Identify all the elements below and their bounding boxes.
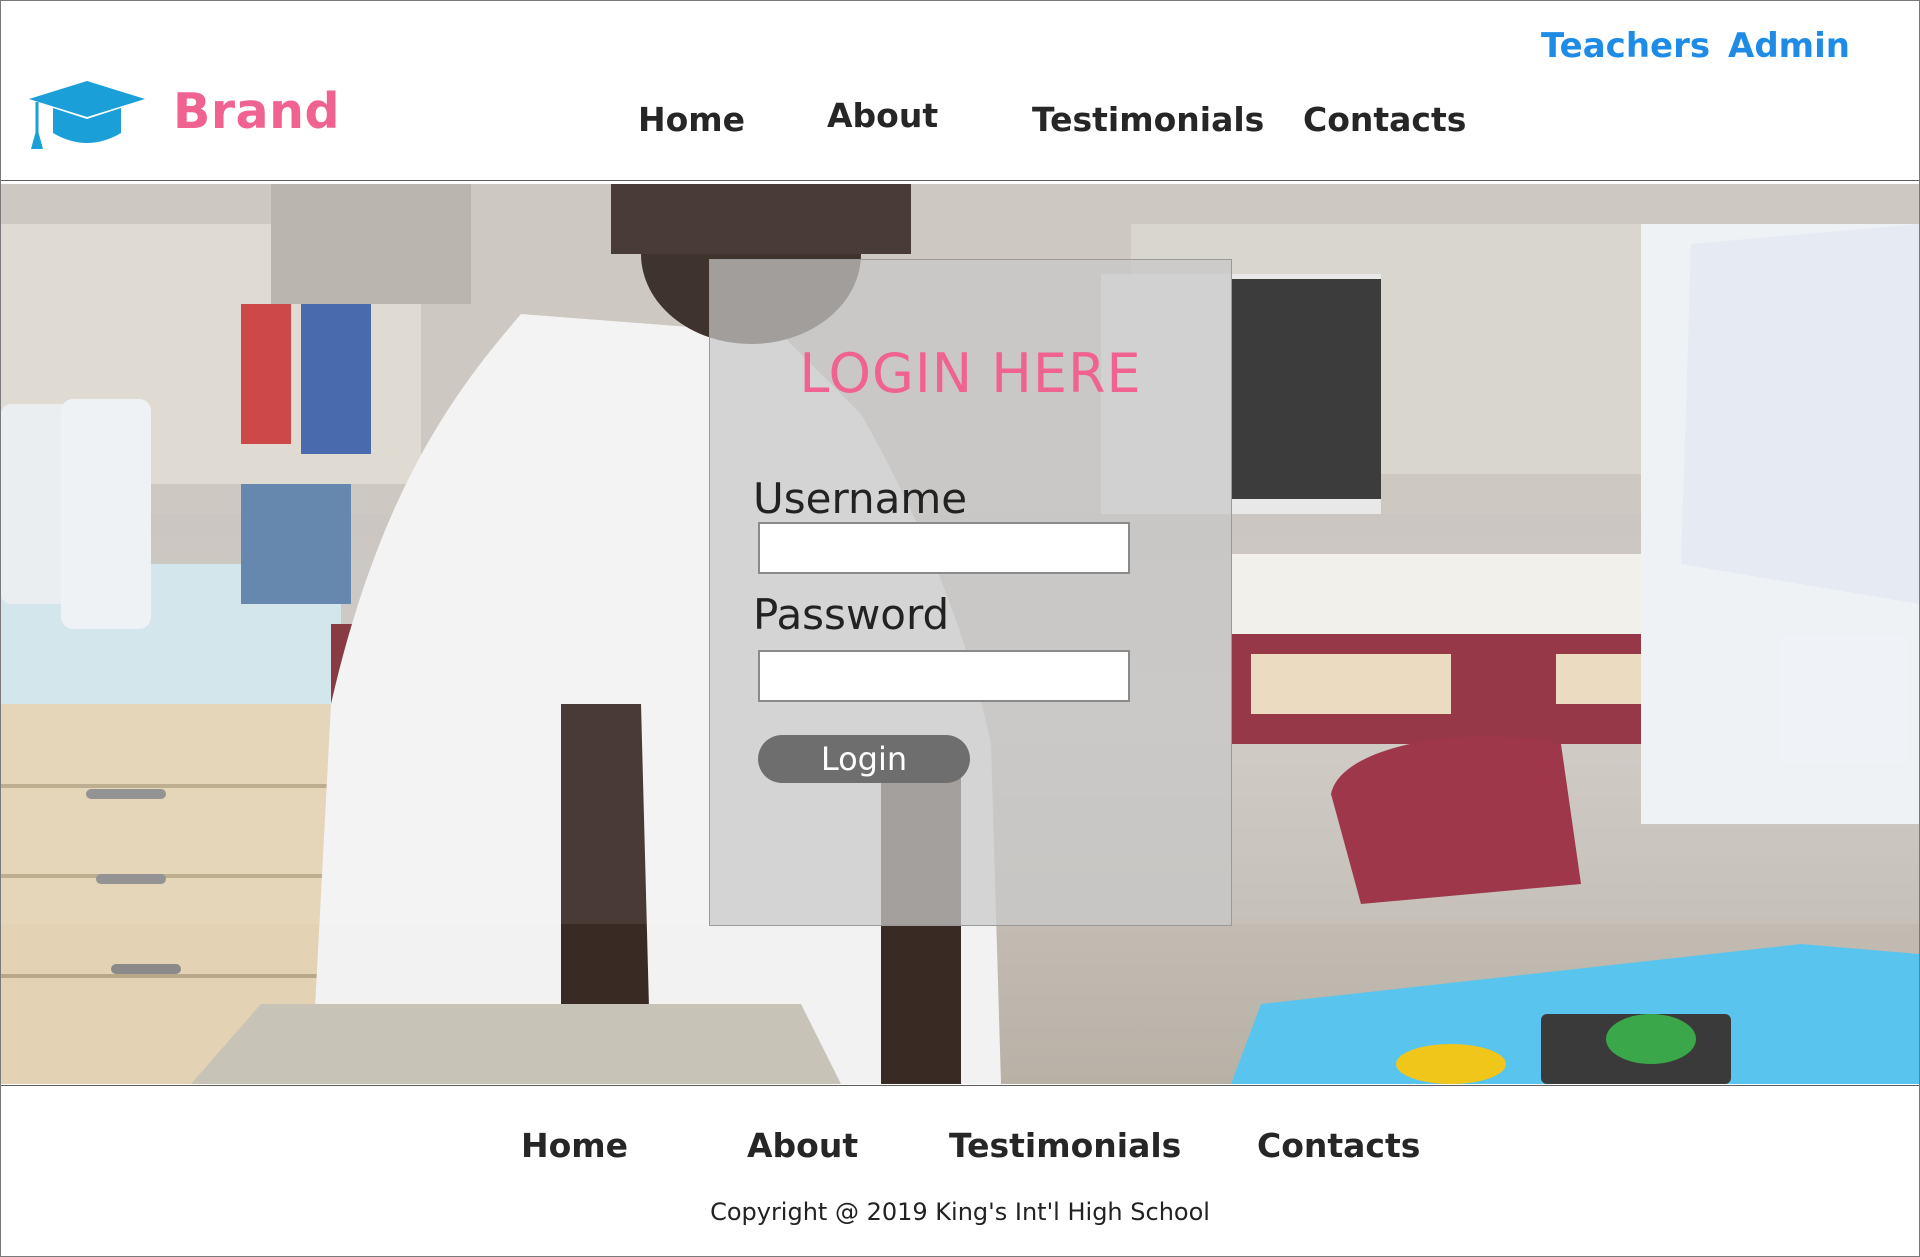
password-label: Password — [753, 590, 950, 639]
password-input[interactable] — [758, 650, 1130, 702]
teachers-link[interactable]: Teachers — [1541, 26, 1710, 66]
footer-nav-about[interactable]: About — [747, 1126, 858, 1165]
admin-link[interactable]: Admin — [1728, 26, 1850, 66]
site-header: Brand Teachers Admin Home About Testimon… — [1, 1, 1919, 181]
footer-nav-contacts[interactable]: Contacts — [1257, 1126, 1420, 1165]
username-input[interactable] — [758, 522, 1130, 574]
username-label: Username — [753, 474, 968, 523]
nav-home[interactable]: Home — [638, 100, 745, 139]
copyright-text: Copyright @ 2019 King's Int'l High Schoo… — [710, 1198, 1210, 1226]
graduation-cap-icon[interactable] — [27, 77, 147, 153]
nav-contacts[interactable]: Contacts — [1303, 100, 1466, 139]
footer-nav-home[interactable]: Home — [521, 1126, 628, 1165]
login-form: LOGIN HERE Username Password Login — [709, 259, 1232, 926]
nav-about[interactable]: About — [827, 96, 938, 135]
site-footer: Home About Testimonials Contacts Copyrig… — [1, 1085, 1919, 1256]
login-button[interactable]: Login — [758, 735, 970, 783]
login-title: LOGIN HERE — [799, 342, 1142, 405]
nav-testimonials[interactable]: Testimonials — [1032, 100, 1264, 139]
brand-name[interactable]: Brand — [173, 83, 340, 140]
footer-nav-testimonials[interactable]: Testimonials — [949, 1126, 1181, 1165]
